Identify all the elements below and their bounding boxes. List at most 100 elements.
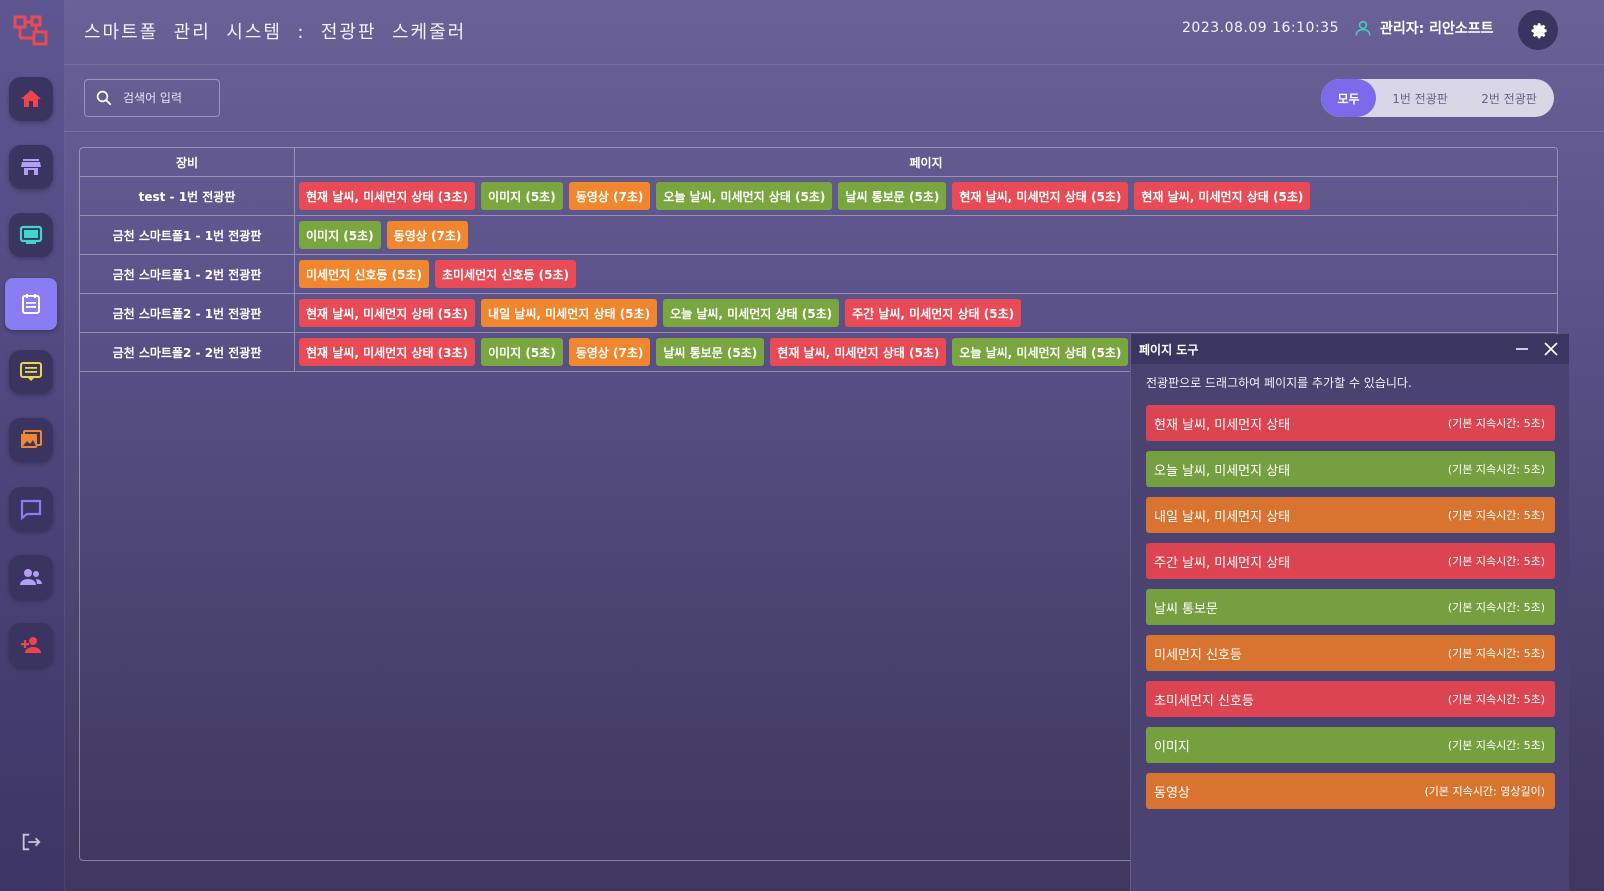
chat-icon [20, 499, 42, 521]
tool-item-today-weather[interactable]: 오늘 날씨, 미세먼지 상태 (기본 지속시간: 5초) [1146, 451, 1555, 487]
tool-item-duration: (기본 지속시간: 5초) [1447, 463, 1545, 476]
page-chip[interactable]: 현재 날씨, 미세먼지 상태 (3초) [299, 182, 476, 210]
sidebar-item-scheduler[interactable] [5, 278, 57, 330]
tool-item-tomorrow-weather[interactable]: 내일 날씨, 미세먼지 상태 (기본 지속시간: 5초) [1146, 497, 1555, 533]
filter-option-board-1[interactable]: 1번 전광판 [1376, 79, 1464, 117]
logout-icon[interactable] [20, 831, 42, 853]
page-title: 스마트폴 관리 시스템 : 전광판 스케줄러 [84, 22, 467, 43]
table-header: 장비 페이지 [80, 148, 1557, 177]
filter-option-board-2[interactable]: 2번 전광판 [1464, 79, 1554, 117]
page-chip[interactable]: 오늘 날씨, 미세먼지 상태 (5초) [952, 338, 1129, 366]
add-user-icon [21, 637, 41, 653]
header: 스마트폴 관리 시스템 : 전광판 스케줄러 2023.08.09 16:10:… [64, 0, 1604, 65]
tool-item-image[interactable]: 이미지 (기본 지속시간: 5초) [1146, 727, 1555, 763]
tool-item-fine-dust-signal[interactable]: 초미세먼지 신호등 (기본 지속시간: 5초) [1146, 681, 1555, 717]
page-chip[interactable]: 미세먼지 신호등 (5초) [299, 260, 429, 288]
user-icon [1355, 20, 1371, 36]
page-chip[interactable]: 내일 날씨, 미세먼지 상태 (5초) [481, 299, 658, 327]
media-library-icon [21, 430, 42, 448]
page-chip[interactable]: 현재 날씨, 미세먼지 상태 (5초) [299, 299, 476, 327]
tool-item-video[interactable]: 동영상 (기본 지속시간: 영상길이) [1146, 773, 1555, 809]
page-chip[interactable]: 주간 날씨, 미세먼지 상태 (5초) [845, 299, 1022, 327]
panel-header[interactable]: 페이지 도구 [1131, 334, 1569, 364]
tool-item-name: 초미세먼지 신호등 [1154, 693, 1254, 709]
message-board-icon [20, 362, 42, 381]
page-list: 현재 날씨, 미세먼지 상태 (3초) 이미지 (5초) 동영상 (7초) 오늘… [299, 177, 1311, 215]
search-icon [96, 90, 112, 106]
tool-item-name: 현재 날씨, 미세먼지 상태 [1154, 417, 1291, 433]
page-chip[interactable]: 현재 날씨, 미세먼지 상태 (5초) [770, 338, 947, 366]
tool-item-dust-signal[interactable]: 미세먼지 신호등 (기본 지속시간: 5초) [1146, 635, 1555, 671]
sidebar-item-home[interactable] [9, 77, 53, 121]
tool-item-weekly-weather[interactable]: 주간 날씨, 미세먼지 상태 (기본 지속시간: 5초) [1146, 543, 1555, 579]
column-header-device: 장비 [80, 148, 295, 176]
page-chip[interactable]: 초미세먼지 신호등 (5초) [435, 260, 577, 288]
page-chip[interactable]: 현재 날씨, 미세먼지 상태 (5초) [952, 182, 1129, 210]
device-name: 금천 스마트폴1 - 1번 전광판 [80, 216, 295, 254]
page-chip[interactable]: 동영상 (7초) [568, 182, 651, 210]
page-chip[interactable]: 오늘 날씨, 미세먼지 상태 (5초) [663, 299, 840, 327]
sidebar-item-store[interactable] [9, 145, 53, 189]
device-name: 금천 스마트폴1 - 2번 전광판 [80, 255, 295, 293]
page-chip[interactable]: 이미지 (5초) [481, 338, 563, 366]
group-icon [20, 569, 42, 585]
page-list: 현재 날씨, 미세먼지 상태 (5초) 내일 날씨, 미세먼지 상태 (5초) … [299, 294, 1022, 332]
page-chip[interactable]: 이미지 (5초) [481, 182, 563, 210]
page-list: 현재 날씨, 미세먼지 상태 (3초) 이미지 (5초) 동영상 (7초) 날씨… [299, 333, 1129, 371]
minimize-icon[interactable] [1515, 342, 1529, 356]
tool-item-duration: (기본 지속시간: 5초) [1447, 509, 1545, 522]
tool-item-duration: (기본 지속시간: 5초) [1447, 693, 1545, 706]
page-chip[interactable]: 날씨 통보문 (5초) [656, 338, 765, 366]
tool-item-duration: (기본 지속시간: 5초) [1447, 739, 1545, 752]
settings-button[interactable] [1518, 10, 1558, 50]
sidebar-item-users[interactable] [9, 555, 53, 599]
sidebar [0, 0, 65, 891]
page-list: 미세먼지 신호등 (5초) 초미세먼지 신호등 (5초) [299, 255, 577, 293]
monitor-icon [19, 225, 43, 244]
device-name: test - 1번 전광판 [80, 177, 295, 215]
toolbar-divider [64, 131, 1604, 132]
gear-icon [1531, 23, 1547, 39]
datetime: 2023.08.09 16:10:35 [1182, 20, 1339, 36]
tool-item-name: 날씨 통보문 [1154, 601, 1218, 617]
page-chip[interactable]: 동영상 (7초) [386, 221, 469, 249]
tool-item-name: 내일 날씨, 미세먼지 상태 [1154, 509, 1291, 525]
close-icon[interactable] [1543, 341, 1559, 357]
sidebar-item-chat[interactable] [9, 487, 53, 531]
page-list: 이미지 (5초) 동영상 (7초) [299, 216, 469, 254]
tool-item-current-weather[interactable]: 현재 날씨, 미세먼지 상태 (기본 지속시간: 5초) [1146, 405, 1555, 441]
sidebar-item-monitor[interactable] [9, 213, 53, 257]
filter-option-all[interactable]: 모두 [1321, 79, 1376, 117]
sidebar-item-message-board[interactable] [9, 350, 53, 394]
page-chip[interactable]: 날씨 통보문 (5초) [838, 182, 947, 210]
table-row: 금천 스마트폴2 - 1번 전광판 현재 날씨, 미세먼지 상태 (5초) 내일… [80, 294, 1557, 333]
tool-item-name: 동영상 [1154, 785, 1190, 801]
sidebar-item-add-user[interactable] [9, 623, 53, 667]
table-row: 금천 스마트폴1 - 2번 전광판 미세먼지 신호등 (5초) 초미세먼지 신호… [80, 255, 1557, 294]
schedule-icon [22, 294, 40, 314]
panel-title: 페이지 도구 [1139, 342, 1199, 357]
device-name: 금천 스마트폴2 - 2번 전광판 [80, 333, 295, 371]
page-chip[interactable]: 현재 날씨, 미세먼지 상태 (3초) [299, 338, 476, 366]
search-input[interactable] [121, 90, 215, 106]
page-tool-panel: 페이지 도구 전광판으로 드래그하여 페이지를 추가할 수 있습니다. 현재 날… [1130, 334, 1569, 891]
column-header-pages: 페이지 [909, 155, 943, 170]
tool-item-duration: (기본 지속시간: 영상길이) [1424, 785, 1545, 798]
page-chip[interactable]: 오늘 날씨, 미세먼지 상태 (5초) [656, 182, 833, 210]
store-icon [21, 159, 41, 175]
page-chip[interactable]: 현재 날씨, 미세먼지 상태 (5초) [1134, 182, 1311, 210]
page-chip[interactable]: 동영상 (7초) [568, 338, 651, 366]
tool-item-name: 주간 날씨, 미세먼지 상태 [1154, 555, 1291, 571]
table-row: 금천 스마트폴1 - 1번 전광판 이미지 (5초) 동영상 (7초) [80, 216, 1557, 255]
tool-item-weather-bulletin[interactable]: 날씨 통보문 (기본 지속시간: 5초) [1146, 589, 1555, 625]
home-icon [21, 90, 41, 107]
user-info[interactable]: 관리자: 리안소프트 [1354, 18, 1494, 38]
tool-item-duration: (기본 지속시간: 5초) [1447, 647, 1545, 660]
sidebar-item-media[interactable] [9, 418, 53, 462]
search-box[interactable] [84, 79, 220, 117]
tool-item-name: 오늘 날씨, 미세먼지 상태 [1154, 463, 1291, 479]
table-row: test - 1번 전광판 현재 날씨, 미세먼지 상태 (3초) 이미지 (5… [80, 177, 1557, 216]
device-name: 금천 스마트폴2 - 1번 전광판 [80, 294, 295, 332]
page-chip[interactable]: 이미지 (5초) [299, 221, 381, 249]
tool-item-name: 미세먼지 신호등 [1154, 647, 1242, 663]
